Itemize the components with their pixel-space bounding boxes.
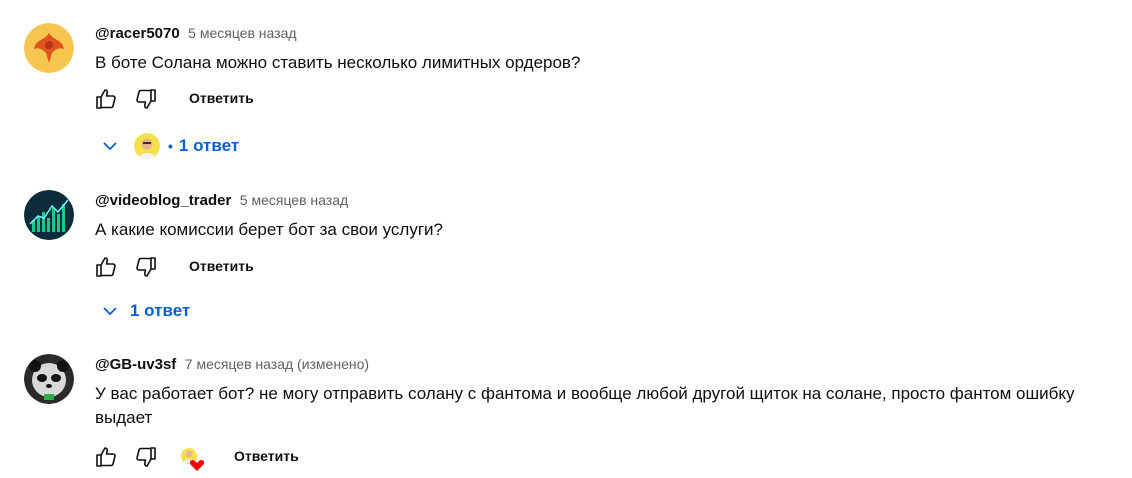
author-avatar[interactable] [24, 190, 74, 240]
dislike-button[interactable] [132, 255, 160, 283]
thumb-down-icon [134, 445, 158, 474]
dislike-button[interactable] [132, 445, 160, 473]
author-avatar[interactable] [24, 354, 74, 404]
creator-avatar [134, 133, 160, 159]
author-name[interactable]: @videoblog_trader [95, 192, 231, 209]
dislike-button[interactable] [132, 87, 160, 115]
comment-time[interactable]: 7 месяцев назад (изменено) [185, 356, 369, 372]
comment-text: В боте Солана можно ставить несколько ли… [95, 53, 581, 72]
replies-toggle[interactable]: • 1 ответ [98, 131, 239, 161]
thumb-up-icon [94, 255, 118, 284]
author-avatar[interactable] [24, 23, 74, 73]
thumb-down-icon [134, 87, 158, 116]
author-name[interactable]: @racer5070 [95, 25, 180, 42]
like-button[interactable] [92, 87, 120, 115]
chevron-down-icon [98, 299, 122, 323]
reply-button[interactable]: Ответить [189, 258, 254, 274]
replies-toggle[interactable]: 1 ответ [98, 296, 190, 326]
author-name[interactable]: @GB-uv3sf [95, 356, 176, 373]
like-button[interactable] [92, 445, 120, 473]
comment-time[interactable]: 5 месяцев назад [240, 192, 348, 208]
reply-button[interactable]: Ответить [234, 448, 299, 464]
comment-text: У вас работает бот? не могу отправить со… [95, 384, 1075, 427]
comment-header: @racer5070 5 месяцев назад [95, 25, 297, 43]
reply-button[interactable]: Ответить [189, 90, 254, 106]
separator-dot: • [168, 138, 173, 154]
creator-heart-icon [178, 445, 206, 473]
comment-header: @GB-uv3sf 7 месяцев назад (изменено) [95, 356, 369, 374]
replies-count: 1 ответ [178, 136, 240, 155]
thumb-up-icon [94, 87, 118, 116]
thumb-up-icon [94, 445, 118, 474]
comment-text: А какие комиссии берет бот за свои услуг… [95, 220, 443, 239]
thumb-down-icon [134, 255, 158, 284]
like-button[interactable] [92, 255, 120, 283]
comment-header: @videoblog_trader 5 месяцев назад [95, 192, 348, 210]
chevron-down-icon [98, 134, 122, 158]
comment-time[interactable]: 5 месяцев назад [188, 25, 296, 41]
replies-count: 1 ответ [130, 301, 191, 320]
